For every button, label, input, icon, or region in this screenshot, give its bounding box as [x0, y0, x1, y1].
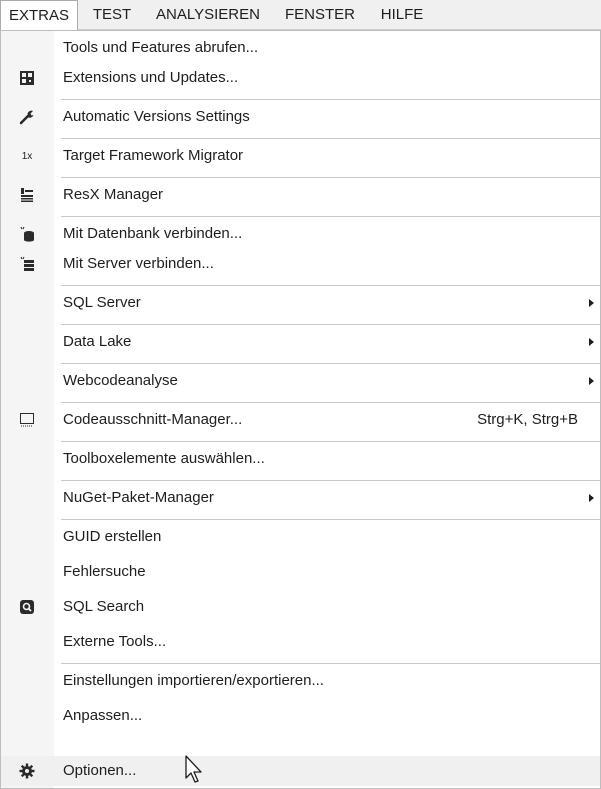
- menu-item-connect-database[interactable]: Mit Datenbank verbinden...: [1, 219, 600, 249]
- menu-item-label: Codeausschnitt-Manager...: [63, 411, 243, 428]
- menu-item-shortcut: Strg+K, Strg+B: [477, 411, 578, 428]
- menu-item-codeausschnitt-manager[interactable]: Codeausschnitt-Manager... Strg+K, Strg+B: [1, 405, 600, 435]
- menu-item-label: Externe Tools...: [63, 633, 167, 650]
- menu-item-label: Tools und Features abrufen...: [63, 39, 259, 56]
- menu-item-automatic-versions[interactable]: Automatic Versions Settings: [1, 102, 600, 132]
- submenu-arrow-icon: [589, 338, 594, 346]
- menu-item-label: Mit Datenbank verbinden...: [63, 225, 243, 242]
- menu-separator: [61, 402, 600, 403]
- sql-search-icon: [18, 598, 36, 616]
- mouse-pointer-icon: [185, 755, 202, 783]
- menu-item-toolboxelemente[interactable]: Toolboxelemente auswählen...: [1, 444, 600, 474]
- menu-item-label: Optionen...: [63, 762, 137, 779]
- menu-item-label: Webcodeanalyse: [63, 372, 178, 389]
- menu-item-anpassen[interactable]: Anpassen...: [1, 701, 600, 731]
- menu-item-label: GUID erstellen: [63, 528, 162, 545]
- menu-item-data-lake[interactable]: Data Lake: [1, 327, 600, 357]
- menu-item-fehlersuche[interactable]: Fehlersuche: [1, 557, 600, 587]
- wrench-icon: [18, 108, 36, 126]
- menu-separator: [61, 441, 600, 442]
- menu-item-label: Target Framework Migrator: [63, 147, 244, 164]
- menu-item-extensions-updates[interactable]: Extensions und Updates...: [1, 63, 600, 93]
- menu-item-label: NuGet-Paket-Manager: [63, 489, 214, 506]
- menu-item-webcodeanalyse[interactable]: Webcodeanalyse: [1, 366, 600, 396]
- submenu-arrow-icon: [589, 377, 594, 385]
- menu-separator: [61, 663, 600, 664]
- menu-separator: [61, 363, 600, 364]
- submenu-arrow-icon: [589, 299, 594, 307]
- resx-icon: [18, 186, 36, 204]
- menu-item-optionen[interactable]: Optionen...: [1, 756, 600, 786]
- menu-item-label: Extensions und Updates...: [63, 69, 239, 86]
- menu-item-tools-features[interactable]: Tools und Features abrufen...: [1, 33, 600, 63]
- extensions-icon: [18, 69, 36, 87]
- gear-icon: [18, 762, 36, 780]
- menu-item-sql-server[interactable]: SQL Server: [1, 288, 600, 318]
- menu-item-label: Automatic Versions Settings: [63, 108, 250, 125]
- menu-item-label: Anpassen...: [63, 707, 143, 724]
- menu-hilfe[interactable]: HILFE: [370, 0, 434, 30]
- menu-item-label: Toolboxelemente auswählen...: [63, 450, 265, 467]
- menu-item-einstellungen-import-export[interactable]: Einstellungen importieren/exportieren...: [1, 666, 600, 696]
- menu-separator: [61, 99, 600, 100]
- menubar: EXTRAS TEST ANALYSIEREN FENSTER HILFE: [0, 0, 601, 31]
- menu-item-label: Mit Server verbinden...: [63, 255, 214, 272]
- menu-item-label: Fehlersuche: [63, 563, 146, 580]
- extras-dropdown-menu: Tools und Features abrufen... Extensions…: [0, 30, 601, 789]
- server-connect-icon: [18, 255, 36, 273]
- menu-item-target-framework-migrator[interactable]: 1x Target Framework Migrator: [1, 141, 600, 171]
- snippet-icon: [18, 411, 36, 429]
- menu-item-guid-erstellen[interactable]: GUID erstellen: [1, 522, 600, 552]
- menu-separator: [61, 519, 600, 520]
- menu-item-label: ResX Manager: [63, 186, 164, 203]
- menu-separator: [61, 324, 600, 325]
- database-connect-icon: [18, 225, 36, 243]
- menu-item-sql-search[interactable]: SQL Search: [1, 592, 600, 622]
- migrator-icon: 1x: [21, 150, 33, 162]
- menu-item-connect-server[interactable]: Mit Server verbinden...: [1, 249, 600, 279]
- menu-separator: [61, 177, 600, 178]
- menu-item-label: Data Lake: [63, 333, 132, 350]
- menu-separator: [61, 285, 600, 286]
- menu-separator: [61, 480, 600, 481]
- menu-item-externe-tools[interactable]: Externe Tools...: [1, 627, 600, 657]
- menu-test[interactable]: TEST: [84, 0, 140, 30]
- menu-extras[interactable]: EXTRAS: [0, 0, 78, 31]
- menu-separator: [61, 216, 600, 217]
- menu-fenster[interactable]: FENSTER: [276, 0, 364, 30]
- menu-item-nuget-manager[interactable]: NuGet-Paket-Manager: [1, 483, 600, 513]
- menu-item-label: Einstellungen importieren/exportieren...: [63, 672, 324, 689]
- menu-item-resx-manager[interactable]: ResX Manager: [1, 180, 600, 210]
- menu-item-label: SQL Search: [63, 598, 145, 615]
- menu-item-label: SQL Server: [63, 294, 141, 311]
- submenu-arrow-icon: [589, 494, 594, 502]
- menu-separator: [61, 138, 600, 139]
- menu-analysieren[interactable]: ANALYSIEREN: [146, 0, 270, 30]
